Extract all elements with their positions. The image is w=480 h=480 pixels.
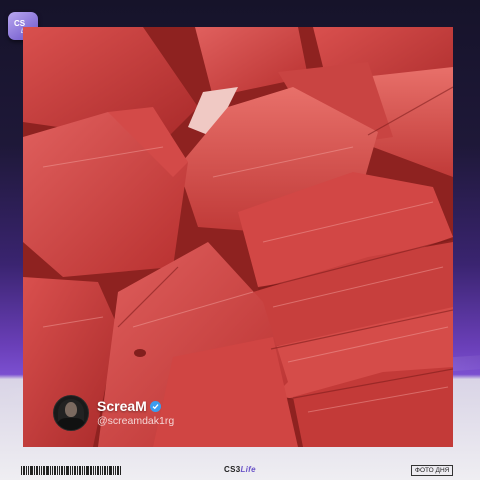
barcode-bar <box>109 466 112 475</box>
barcode-bar <box>86 466 89 475</box>
post-author[interactable]: ScreaM @screamdak1rg <box>53 395 174 431</box>
barcode-bar <box>82 466 83 475</box>
barcode-bar <box>64 466 65 475</box>
barcode-bar <box>102 466 103 475</box>
barcode-bar <box>90 466 92 475</box>
barcode-icon <box>21 466 122 475</box>
barcode-bar <box>72 466 73 475</box>
barcode-bar <box>50 466 51 475</box>
verified-badge-icon <box>149 400 161 412</box>
barcode-bar <box>113 466 114 475</box>
avatar-body-shape <box>56 418 86 430</box>
barcode-bar <box>59 466 60 475</box>
barcode-bar <box>23 466 25 475</box>
barcode-bar <box>97 466 99 475</box>
barcode-bar <box>39 466 40 475</box>
barcode-bar <box>61 466 63 475</box>
barcode-bar <box>115 466 116 475</box>
barcode-bar <box>70 466 71 475</box>
barcode-bar <box>100 466 101 475</box>
barcode-bar <box>104 466 106 475</box>
barcode-bar <box>30 466 33 475</box>
author-name-row: ScreaM <box>97 399 174 413</box>
avatar[interactable] <box>53 395 89 431</box>
barcode-bar <box>107 466 108 475</box>
author-name[interactable]: ScreaM <box>97 399 147 413</box>
barcode-bar <box>52 466 53 475</box>
brand-suffix: Life <box>240 465 256 474</box>
barcode-bar <box>43 466 45 475</box>
barcode-bar <box>95 466 96 475</box>
barcode-bar <box>28 466 29 475</box>
barcode-bar <box>21 466 22 475</box>
barcode-bar <box>79 466 81 475</box>
author-names: ScreaM @screamdak1rg <box>97 399 174 427</box>
post-photo <box>23 27 453 447</box>
barcode-bar <box>93 466 94 475</box>
barcode-bar <box>36 466 38 475</box>
avatar-face-shape <box>65 402 77 417</box>
barcode-bar <box>66 466 69 475</box>
brand-prefix: CS3 <box>224 465 241 474</box>
barcode-bar <box>26 466 27 475</box>
barcode-bar <box>120 466 121 475</box>
barcode-bar <box>84 466 85 475</box>
barcode-bar <box>46 466 49 475</box>
author-handle[interactable]: @screamdak1rg <box>97 416 174 427</box>
barcode-bar <box>77 466 78 475</box>
barcode-bar <box>117 466 119 475</box>
barcode-bar <box>34 466 35 475</box>
photo-of-the-day-tag: ФОТО ДНЯ <box>411 465 454 476</box>
barcode-bar <box>57 466 58 475</box>
barcode-bar <box>54 466 56 475</box>
footer-bar: CS3Life ФОТО ДНЯ <box>0 460 480 480</box>
barcode-bar <box>74 466 76 475</box>
brand-wordmark[interactable]: CS3Life <box>224 465 256 474</box>
barcode-bar <box>41 466 42 475</box>
